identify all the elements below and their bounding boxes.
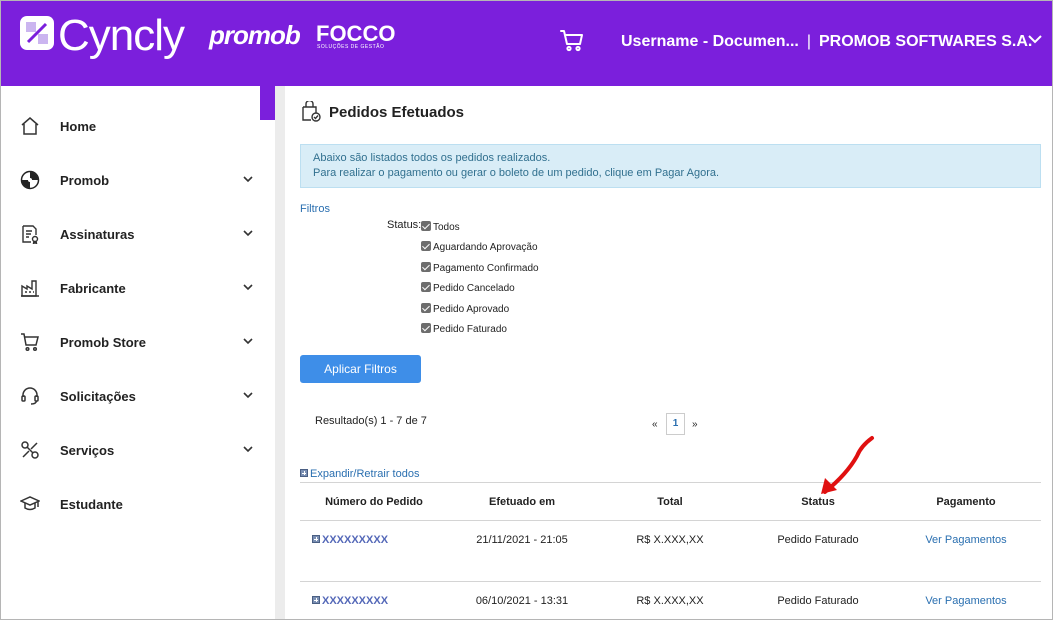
sidebar-item-label: Promob Store [60,335,146,350]
results-count: Resultado(s) 1 - 7 de 7 [315,415,427,427]
order-number: XXXXXXXXX [322,595,389,607]
checkbox-checked[interactable] [421,282,431,292]
chevron-down-icon [243,230,253,237]
chevron-down-icon [243,176,253,183]
graduation-cap-icon [20,496,40,511]
sidebar-item-fabricante[interactable]: Fabricante [0,262,275,316]
sidebar-accent [260,86,275,120]
checkbox-checked[interactable] [421,323,431,333]
sidebar-item-label: Serviços [60,443,115,458]
info-text-line: Para realizar o pagamento ou gerar o bol… [313,167,720,179]
sidebar-item-label: Solicitações [60,389,136,404]
orders-icon [302,101,321,122]
apply-filters-button[interactable]: Aplicar Filtros [300,355,421,383]
col-header-total: Total [657,496,683,508]
sidebar-item-home[interactable]: Home [0,100,275,154]
cart-icon[interactable] [560,28,584,52]
factory-icon [21,280,39,297]
order-date: 21/11/2021 - 21:05 [476,534,568,546]
pager-prev-button[interactable]: « [652,419,658,430]
username: Username - Documen... [621,33,799,50]
expand-row-icon[interactable] [312,535,320,543]
top-header: Cyncly promob FOCCO SOLUÇÕES DE GESTÃO U… [0,0,1053,86]
checkbox-checked[interactable] [421,262,431,272]
table-divider [300,581,1041,582]
sidebar-item-label: Promob [60,173,110,188]
checkbox-checked[interactable] [421,221,431,231]
view-payments-link[interactable]: Ver Pagamentos [892,534,1040,546]
chevron-down-icon[interactable] [1028,34,1042,44]
sidebar: Home Promob Assinaturas Fabricante Promo… [0,86,275,620]
certificate-icon [22,225,39,244]
chevron-down-icon [243,392,253,399]
checkbox-label: Pagamento Confirmado [433,263,539,274]
sidebar-item-solicitacoes[interactable]: Solicitações [0,370,275,424]
company-name: PROMOB SOFTWARES S.A. [818,33,1033,50]
cyncly-logo-icon [20,16,54,50]
focco-logo: FOCCO [316,21,396,46]
sidebar-item-promob[interactable]: Promob [0,154,275,208]
order-total: R$ X.XXX,XX [636,534,704,546]
order-number: XXXXXXXXX [322,534,389,546]
chevron-down-icon [243,284,253,291]
info-alert: Abaixo são listados todos os pedidos rea… [300,144,1041,188]
home-icon [21,117,39,135]
checkbox-label: Aguardando Aprovação [433,242,538,253]
checkbox-label: Pedido Faturado [433,324,507,335]
sidebar-item-promob-store[interactable]: Promob Store [0,316,275,370]
chevron-down-icon [243,446,253,453]
checkbox-label: Pedido Aprovado [433,304,510,315]
col-header-order-number: Número do Pedido [325,496,423,508]
brand-name: Cyncly [58,11,185,60]
user-separator: | [806,33,811,50]
sidebar-item-label: Estudante [60,497,123,512]
user-menu[interactable]: Username - Documen... | PROMOB SOFTWARES S… [621,33,1032,51]
sidebar-item-label: Home [60,119,97,134]
filters-toggle-link[interactable]: Filtros [300,203,330,215]
checkbox-label: Todos [433,222,460,233]
main-content: Pedidos Efetuados Abaixo são listados to… [285,86,1053,620]
col-header-status: Status [801,496,835,508]
order-number-link[interactable]: XXXXXXXXX [312,595,388,607]
expand-collapse-all-link[interactable]: Expandir/Retrair todos [300,468,419,480]
status-filter-label: Status: [387,219,422,231]
chevron-down-icon [243,338,253,345]
tools-icon [21,441,39,459]
sidebar-item-label: Assinaturas [60,227,135,242]
headset-icon [21,387,39,405]
cart-icon [21,333,39,352]
checkbox-checked[interactable] [421,303,431,313]
order-total: R$ X.XXX,XX [636,595,704,607]
pager-next-button[interactable]: » [692,419,698,430]
col-header-payment: Pagamento [936,496,996,508]
promob-logo: promob [209,20,301,50]
checkbox-checked[interactable] [421,241,431,251]
page-title: Pedidos Efetuados [329,104,465,121]
sidebar-item-label: Fabricante [60,281,126,296]
pager-page-1[interactable]: 1 [666,413,685,435]
sidebar-item-servicos[interactable]: Serviços [0,424,275,478]
sidebar-item-assinaturas[interactable]: Assinaturas [0,208,275,262]
promob-icon [20,170,40,190]
info-text-line: Abaixo são listados todos os pedidos rea… [313,152,551,164]
order-status: Pedido Faturado [777,595,859,607]
focco-tagline: SOLUÇÕES DE GESTÃO [317,44,385,50]
col-header-date: Efetuado em [488,496,555,508]
order-number-link[interactable]: XXXXXXXXX [312,534,388,546]
table-divider [300,482,1041,483]
order-status: Pedido Faturado [777,534,859,546]
order-date: 06/10/2021 - 13:31 [475,595,569,607]
view-payments-link[interactable]: Ver Pagamentos [892,595,1040,607]
expand-all-label: Expandir/Retrair todos [310,468,420,480]
table-divider [300,520,1041,521]
checkbox-label: Pedido Cancelado [433,283,515,294]
expand-row-icon[interactable] [312,596,320,604]
sidebar-item-estudante[interactable]: Estudante [0,478,275,532]
plus-box-icon [300,469,308,477]
